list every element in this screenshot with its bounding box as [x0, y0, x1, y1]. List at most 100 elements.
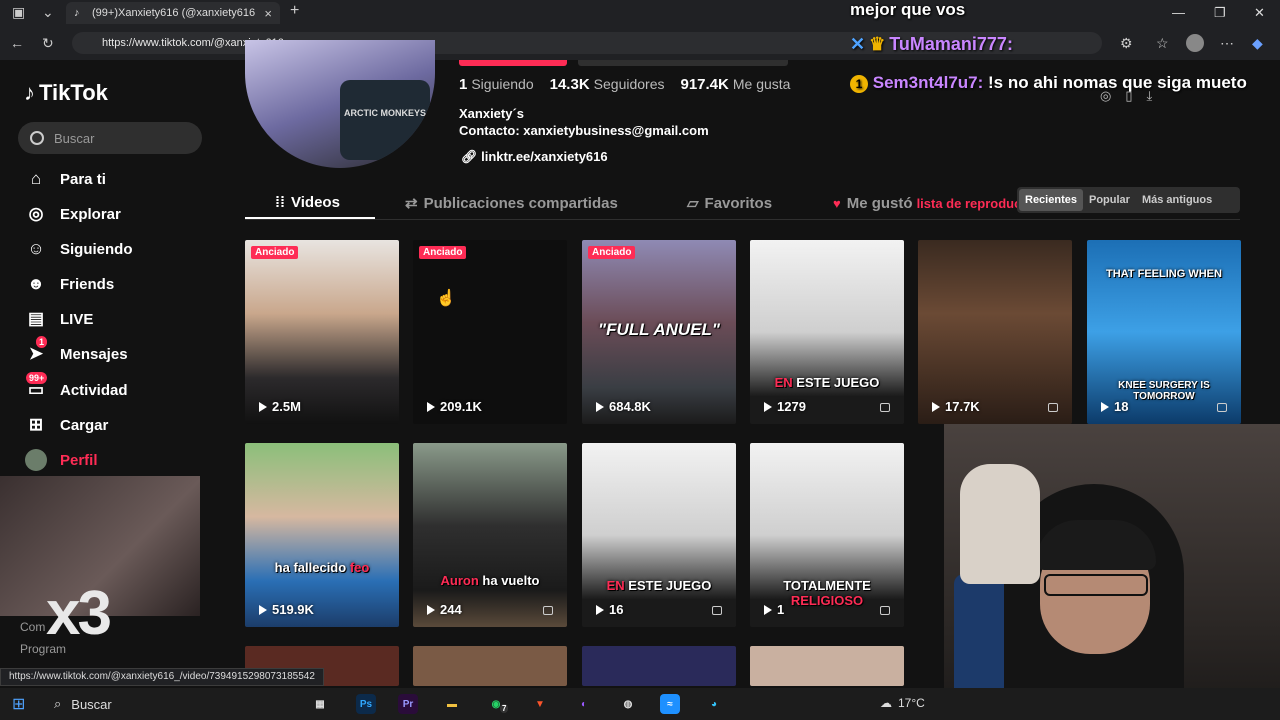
tab-favorites[interactable]: ▱ Favoritos [687, 194, 772, 213]
profile-avatar-icon[interactable] [1186, 34, 1204, 52]
streamer-hair [1036, 520, 1156, 570]
discord-icon[interactable]: ◐ [574, 694, 594, 714]
tab-videos[interactable]: ⁞⁞ Videos [275, 194, 340, 211]
share-icon[interactable]: ◎ [1100, 88, 1111, 104]
lock-icon [880, 403, 890, 412]
view-count: 519.9K [259, 602, 314, 617]
play-icon [764, 401, 772, 412]
status-url: https://www.tiktok.com/@xanxiety616_/vid… [0, 668, 324, 686]
sidebar-item-label: Perfil [60, 451, 98, 469]
edge-icon[interactable]: ◕ [704, 694, 724, 714]
sidebar-item-mensajes[interactable]: ➤ 1 Mensajes [24, 336, 128, 368]
tiktok-note-icon: ♪ [24, 80, 35, 105]
premiere-icon[interactable]: Pr [398, 694, 418, 714]
bio-line: Contacto: xanxietybusiness@gmail.com [459, 123, 709, 138]
video-card[interactable] [582, 646, 736, 686]
profile-link[interactable]: 🔗︎ linktr.ee/xanxiety616 [461, 149, 608, 165]
cat-plush [960, 464, 1040, 584]
chat-message-2: 1 Sem3nt4l7u7: !s no ahi nomas que siga … [850, 72, 1250, 94]
play-icon [259, 401, 267, 412]
workspaces-icon[interactable]: ▣ [12, 4, 25, 21]
video-caption: EN ESTE JUEGO [606, 578, 712, 593]
favorites-icon[interactable]: ☆ [1156, 35, 1169, 52]
sidebar-item-friends[interactable]: ☻ Friends [24, 270, 114, 298]
file-explorer-icon[interactable]: ▬ [442, 694, 462, 714]
tab-title: (99+)Xanxiety616 (@xanxiety616 [92, 7, 256, 19]
new-tab-icon[interactable]: + [290, 2, 299, 20]
sidebar-item-para-ti[interactable]: ⌂ Para ti [24, 165, 106, 193]
windows-start-icon[interactable]: ⊞ [12, 694, 25, 714]
search-icon [30, 131, 44, 145]
followers-stat[interactable]: 14.3K Seguidores [550, 76, 665, 93]
sidebar-item-live[interactable]: ▤ LIVE [24, 305, 93, 333]
video-card[interactable]: Anciado 2.5M [245, 240, 399, 424]
video-card[interactable]: ha fallecido feo 519.9K [245, 443, 399, 627]
video-card[interactable]: TOTALMENTE RELIGIOSO 1 [750, 443, 904, 627]
reload-icon[interactable]: ↻ [42, 35, 54, 52]
search-icon: ⌕ [54, 696, 62, 711]
sidebar-item-perfil[interactable]: Perfil [24, 446, 98, 474]
sort-popular[interactable]: Popular [1083, 194, 1136, 206]
video-card[interactable]: Auron ha vuelto 244 [413, 443, 567, 627]
app-icon[interactable]: ≈ [660, 694, 680, 714]
obs-icon[interactable]: ◍ [618, 694, 638, 714]
live-icon: ▤ [27, 309, 45, 328]
activity-badge: 99+ [26, 372, 48, 384]
lock-icon [712, 606, 722, 615]
more-icon[interactable]: ⋯ [1220, 35, 1234, 52]
video-card[interactable]: EN ESTE JUEGO 1279 [750, 240, 904, 424]
sidebar-item-actividad[interactable]: ▭ 99+ Actividad [24, 372, 128, 404]
extensions-icon[interactable]: ⚙ [1120, 35, 1133, 52]
sidebar-item-cargar[interactable]: ⊞ Cargar [24, 411, 108, 439]
sort-recent[interactable]: Recientes [1019, 189, 1083, 211]
browser-tab[interactable]: ♪ (99+)Xanxiety616 (@xanxiety616 × [66, 2, 280, 24]
sidebar-item-label: Actividad [60, 381, 128, 399]
video-caption-top: THAT FEELING WHEN [1106, 268, 1222, 280]
brave-icon[interactable]: ▼ [530, 694, 550, 714]
video-card[interactable]: EN ESTE JUEGO 16 [582, 443, 736, 627]
taskbar-search[interactable]: ⌕ Buscar [48, 692, 228, 716]
view-count: 16 [596, 602, 623, 617]
tab-list-icon[interactable]: ⌄ [42, 4, 54, 21]
close-tab-icon[interactable]: × [264, 6, 272, 21]
tiktok-logo[interactable]: ♪ TikTok [24, 80, 108, 106]
overlay-x3-text: x3 [46, 579, 112, 648]
footer-link[interactable]: Program [20, 642, 66, 656]
video-card[interactable] [413, 646, 567, 686]
follow-button[interactable] [459, 60, 567, 66]
sort-oldest[interactable]: Más antiguos [1136, 194, 1218, 206]
video-card[interactable]: 17.7K [918, 240, 1072, 424]
weather-widget[interactable]: ☁ 17°C [880, 696, 925, 710]
pinned-badge: Anciado [251, 246, 299, 259]
video-card[interactable]: THAT FEELING WHEN KNEE SURGERY IS TOMORR… [1087, 240, 1241, 424]
whatsapp-icon[interactable]: ◉ 7 [486, 694, 509, 714]
video-card[interactable]: Anciado 209.1K [413, 240, 567, 424]
crown-icon: ♛ [869, 34, 886, 54]
photoshop-icon[interactable]: Ps [356, 694, 376, 714]
sidebar-item-siguiendo[interactable]: ☺ Siguiendo [24, 235, 132, 263]
back-icon[interactable]: ← [10, 35, 24, 51]
sidebar-item-explorar[interactable]: ◎ Explorar [24, 200, 121, 228]
chat-user: Sem3nt4l7u7: [872, 73, 984, 92]
copilot-icon[interactable]: ◆ [1252, 35, 1263, 52]
lock-icon [880, 606, 890, 615]
pinned-badge: Anciado [588, 246, 636, 259]
tab-liked[interactable]: ♥ Me gustó lista de reproducción [833, 195, 1048, 212]
friends-icon: ☻ [27, 274, 45, 293]
weather-cloud-icon: ☁ [880, 696, 892, 710]
pinned-badge: Anciado [419, 246, 467, 259]
profile-actions: ◎ ▯ ⤓ [1100, 88, 1152, 104]
following-stat[interactable]: 1 Siguiendo [459, 76, 534, 93]
compass-icon: ◎ [28, 204, 44, 223]
bookmark-icon[interactable]: ▯ [1125, 88, 1132, 104]
footer-link[interactable]: Com [20, 620, 45, 634]
task-view-icon[interactable]: ▦ [310, 694, 330, 714]
message-button[interactable] [578, 60, 788, 66]
video-card[interactable] [750, 646, 904, 686]
video-card[interactable]: Anciado "FULL ANUEL" 684.8K [582, 240, 736, 424]
tab-reposts[interactable]: ⇄ Publicaciones compartidas [405, 194, 618, 213]
chat-badge-icon: ✕ [850, 34, 866, 54]
download-icon[interactable]: ⤓ [1147, 88, 1153, 104]
search-input[interactable]: Buscar [18, 122, 202, 154]
play-icon [427, 604, 435, 615]
